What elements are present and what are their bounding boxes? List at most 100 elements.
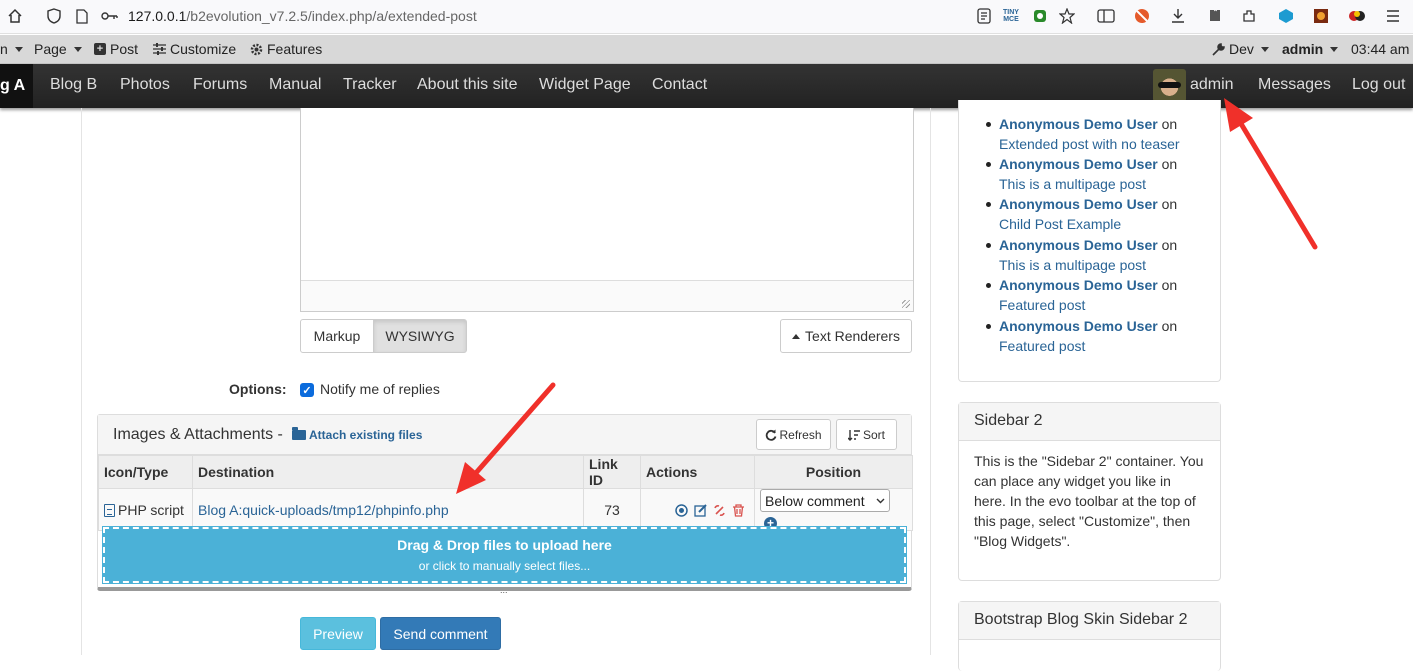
unlink-icon[interactable] [713,504,726,517]
toolbar-menu-partial-label: n [0,41,8,57]
comment-on: on [1161,196,1178,212]
avatar-glasses [1158,82,1181,88]
upload-dropzone[interactable]: Drag & Drop files to upload here or clic… [102,526,907,584]
cell-link-id: 73 [583,488,641,531]
markup-button[interactable]: Markup [300,319,374,353]
sort-button[interactable]: Sort [836,419,897,450]
comment-author[interactable]: Anonymous Demo User [999,196,1158,212]
comment-post-link[interactable]: Featured post [999,338,1085,354]
bug-extension-icon[interactable] [1031,7,1049,25]
resize-handle-icon[interactable] [902,300,910,308]
sidebar-2-panel: Sidebar 2 This is the "Sidebar 2" contai… [958,402,1221,581]
comment-editor[interactable] [300,108,914,312]
nav-item-manual[interactable]: Manual [269,76,321,94]
avatar[interactable] [1153,69,1186,102]
extensions-icon[interactable] [1240,7,1258,25]
refresh-button[interactable]: Refresh [756,419,831,450]
puzzle-icon[interactable] [1205,7,1223,25]
comment-post-link[interactable]: Extended post with no teaser [999,136,1180,152]
panel-resize-handle[interactable]: ... [500,586,508,595]
comment-on: on [1161,277,1178,293]
comment-post-link[interactable]: Child Post Example [999,216,1121,232]
nav-item-photos[interactable]: Photos [120,76,170,94]
locate-icon[interactable] [675,503,689,517]
star-bookmark-icon[interactable] [1058,7,1076,25]
page-info-icon[interactable] [73,7,91,25]
cube-extension-icon[interactable] [1277,7,1295,25]
bullet-icon [986,162,991,167]
sort-icon [847,429,860,441]
toolbar-menu-partial[interactable]: n [0,41,23,57]
trash-icon[interactable] [732,503,745,517]
profile-extension-icon[interactable] [1348,7,1366,25]
nav-item-blog-a[interactable]: g A [0,64,34,108]
gear-extension-icon[interactable] [1312,7,1330,25]
home-icon[interactable] [6,7,24,25]
key-icon[interactable] [101,7,119,25]
sidebar-toggle-icon[interactable] [1097,7,1115,25]
reader-view-icon[interactable] [975,7,993,25]
file-code-icon [104,503,115,517]
dropzone-subtitle: or click to manually select files... [418,559,591,573]
comment-author[interactable]: Anonymous Demo User [999,237,1158,253]
comment-author[interactable]: Anonymous Demo User [999,277,1158,293]
list-item: Anonymous Demo User on Extended post with… [986,114,1209,154]
comment-author[interactable]: Anonymous Demo User [999,318,1158,334]
tinymce-extension-icon[interactable]: TINY MCE [1001,7,1021,25]
notify-label: Notify me of replies [320,381,440,397]
comment-post-link[interactable]: Featured post [999,297,1085,313]
toolbar-dev-label: Dev [1229,41,1254,57]
bullet-icon [986,324,991,329]
col-link-id: Link ID [583,455,641,489]
toolbar-customize-button[interactable]: Customize [153,41,236,57]
content-border [81,108,82,655]
nav-item-about[interactable]: About this site [417,76,518,94]
comment-on: on [1161,116,1178,132]
shield-icon[interactable] [45,7,63,25]
bullet-icon [986,122,991,127]
attach-existing-link[interactable]: Attach existing files [292,427,422,442]
list-item: Anonymous Demo User on Featured post [986,275,1209,315]
send-comment-button[interactable]: Send comment [380,617,501,650]
preview-button[interactable]: Preview [300,617,376,650]
toolbar-page-label: Page [34,41,67,57]
address-bar[interactable]: 127.0.0.1/b2evolution_v7.2.5/index.php/a… [128,8,477,24]
edit-icon[interactable] [694,503,707,517]
col-destination: Destination [192,455,584,489]
toolbar-user-menu[interactable]: admin [1282,41,1339,57]
toolbar-features-button[interactable]: Features [250,41,322,57]
comment-author[interactable]: Anonymous Demo User [999,116,1158,132]
nav-item-forums[interactable]: Forums [193,76,247,94]
notify-checkbox[interactable]: ✓ [300,383,314,397]
download-icon[interactable] [1169,7,1187,25]
menu-icon[interactable] [1384,7,1402,25]
comment-on: on [1161,318,1178,334]
nav-item-contact[interactable]: Contact [652,76,707,94]
toolbar-page-menu[interactable]: Page [34,41,82,57]
toolbar-dev-menu[interactable]: Dev [1212,41,1269,57]
nav-item-logout[interactable]: Log out [1352,76,1405,94]
destination-link[interactable]: Blog A:quick-uploads/tmp12/phpinfo.php [198,502,449,518]
comment-post-link[interactable]: This is a multipage post [999,257,1146,273]
nav-item-widget-page[interactable]: Widget Page [539,76,631,94]
toolbar-post-button[interactable]: + Post [94,41,138,57]
list-item: Anonymous Demo User on Featured post [986,316,1209,356]
position-select-value: Below comment [765,492,865,509]
comment-post-link[interactable]: This is a multipage post [999,176,1146,192]
nav-item-tracker[interactable]: Tracker [343,76,397,94]
attachments-header: Images & Attachments - Attach existing f… [98,415,911,455]
nav-item-messages[interactable]: Messages [1258,76,1331,94]
comment-author[interactable]: Anonymous Demo User [999,156,1158,172]
nav-item-user[interactable]: admin [1190,76,1234,94]
wysiwyg-button[interactable]: WYSIWYG [373,319,467,353]
table-row: PHP script Blog A:quick-uploads/tmp12/ph… [98,488,913,531]
blocked-extension-icon[interactable] [1133,7,1151,25]
text-renderers-button[interactable]: Text Renderers [780,319,912,353]
dropzone-title: Drag & Drop files to upload here [397,537,612,553]
table-header-row: Icon/Type Destination Link ID Actions Po… [98,455,913,489]
nav-item-blog-b[interactable]: Blog B [50,76,97,94]
wrench-icon [1212,42,1225,56]
toolbar-post-label: Post [110,41,139,57]
position-select[interactable]: Below comment [760,489,890,512]
sort-label: Sort [862,427,885,442]
